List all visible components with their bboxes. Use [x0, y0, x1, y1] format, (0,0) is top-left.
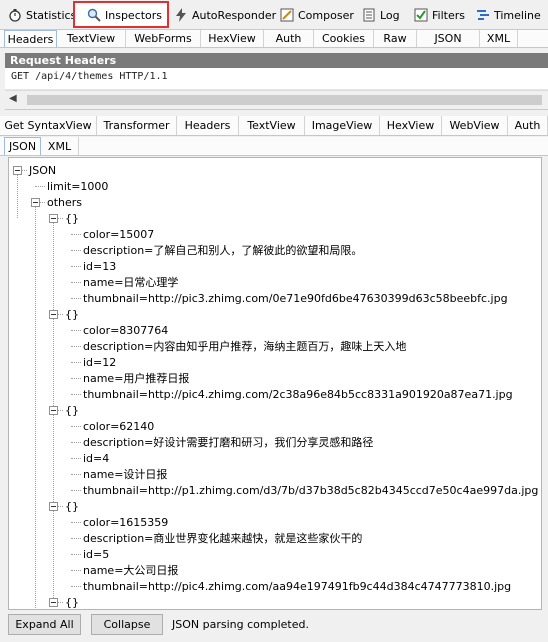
- tab-filters[interactable]: Filters: [414, 4, 465, 26]
- magnifier-icon: [87, 8, 101, 22]
- tab-statistics[interactable]: Statistics: [8, 4, 76, 26]
- tree-node-description[interactable]: description=内容由知乎用户推荐，海纳主题百万，趣味上天入地: [83, 340, 406, 353]
- tab-label: Filters: [432, 8, 465, 22]
- tree-node-name[interactable]: name=设计日报: [83, 468, 167, 481]
- req-tab-xml[interactable]: XML: [480, 30, 518, 47]
- resp-tab-xml[interactable]: XML: [41, 137, 79, 155]
- log-icon: [362, 8, 376, 22]
- tab-label: Log: [380, 8, 400, 22]
- tree-node-description[interactable]: description=了解自己和别人，了解彼此的欲望和局限。: [83, 244, 362, 257]
- collapse-node-icon[interactable]: [49, 502, 58, 511]
- request-headers-title: Request Headers: [5, 53, 548, 68]
- collapse-button[interactable]: Collapse: [91, 614, 163, 635]
- tab-log[interactable]: Log: [362, 4, 400, 26]
- checkbox-icon: [414, 8, 428, 22]
- tree-node-limit[interactable]: limit=1000: [47, 180, 108, 193]
- req-tab-webforms[interactable]: WebForms: [126, 30, 201, 47]
- req-tab-raw[interactable]: Raw: [374, 30, 417, 47]
- request-view-tabs: Headers TextView WebForms HexView Auth C…: [0, 30, 548, 48]
- tree-toolbar: Expand All Collapse JSON parsing complet…: [0, 610, 548, 642]
- tree-node-thumbnail[interactable]: thumbnail=http://pic3.zhimg.com/0e71e90f…: [83, 292, 508, 305]
- req-tab-hexview[interactable]: HexView: [201, 30, 264, 47]
- resp-tab-syntaxview[interactable]: Get SyntaxView: [0, 116, 97, 135]
- tab-autoresponder[interactable]: AutoResponder: [174, 4, 276, 26]
- resp-tab-auth[interactable]: Auth: [508, 116, 548, 135]
- tree-node-id[interactable]: id=4: [83, 452, 109, 465]
- tree-node-others[interactable]: others: [47, 196, 82, 209]
- tree-node-description[interactable]: description=商业世界变化越来越快，就是这些家伙干的: [83, 532, 362, 545]
- stopwatch-icon: [8, 8, 22, 22]
- tree-node-id[interactable]: id=12: [83, 356, 116, 369]
- tree-node-thumbnail[interactable]: thumbnail=http://pic4.zhimg.com/aa94e197…: [83, 580, 511, 593]
- tree-node-name[interactable]: name=用户推荐日报: [83, 372, 189, 385]
- req-tab-auth[interactable]: Auth: [264, 30, 314, 47]
- json-root-node[interactable]: JSON: [29, 164, 56, 177]
- tree-node-color[interactable]: color=15007: [83, 228, 154, 241]
- tab-inspectors[interactable]: Inspectors: [73, 1, 169, 28]
- resp-tab-headers[interactable]: Headers: [177, 116, 239, 135]
- tab-timeline[interactable]: Timeline: [476, 4, 541, 26]
- tree-node-object[interactable]: {}: [65, 308, 79, 321]
- status-text: JSON parsing completed.: [172, 618, 309, 631]
- resp-tab-json[interactable]: JSON: [4, 137, 41, 155]
- tree-node-id[interactable]: id=13: [83, 260, 116, 273]
- tab-label: Inspectors: [105, 8, 163, 22]
- collapse-node-icon[interactable]: [49, 214, 58, 223]
- collapse-node-icon[interactable]: [31, 198, 40, 207]
- tree-node-object[interactable]: {}: [65, 212, 79, 225]
- tab-label: Statistics: [26, 8, 77, 22]
- req-tab-cookies[interactable]: Cookies: [314, 30, 374, 47]
- resp-tab-webview[interactable]: WebView: [442, 116, 508, 135]
- scroll-left-icon[interactable]: ◀: [9, 93, 17, 104]
- tree-node-object[interactable]: {}: [65, 500, 79, 513]
- request-line: GET /api/4/themes HTTP/1.1: [5, 68, 548, 90]
- json-tree-view[interactable]: JSON limit=1000 others {} color=15007 descrip…: [8, 157, 542, 610]
- resp-tab-imageview[interactable]: ImageView: [305, 116, 380, 135]
- collapse-node-icon[interactable]: [49, 310, 58, 319]
- tab-label: Timeline: [494, 8, 541, 22]
- req-tab-json[interactable]: JSON: [417, 30, 480, 47]
- horizontal-scrollbar[interactable]: ◀: [5, 90, 548, 110]
- tab-composer[interactable]: Composer: [280, 4, 354, 26]
- lightning-icon: [174, 8, 188, 22]
- collapse-node-icon[interactable]: [49, 406, 58, 415]
- inspector-tab-bar: Statistics Inspectors AutoResponder Comp…: [0, 0, 548, 30]
- tree-node-color[interactable]: color=1615359: [83, 516, 168, 529]
- collapse-node-icon[interactable]: [49, 598, 58, 607]
- tab-label: Composer: [298, 8, 354, 22]
- tree-node-thumbnail[interactable]: thumbnail=http://p1.zhimg.com/d3/7b/d37b…: [83, 484, 538, 497]
- tree-node-object[interactable]: {}: [65, 404, 79, 417]
- req-tab-headers[interactable]: Headers: [4, 30, 57, 47]
- tab-label: AutoResponder: [192, 8, 277, 22]
- scrollbar-thumb[interactable]: [27, 95, 542, 105]
- pencil-icon: [280, 8, 294, 22]
- collapse-node-icon[interactable]: [13, 166, 22, 175]
- tree-node-color[interactable]: color=8307764: [83, 324, 168, 337]
- json-view-tabs: JSON XML: [0, 137, 548, 156]
- tree-node-description[interactable]: description=好设计需要打磨和研习，我们分享灵感和路径: [83, 436, 373, 449]
- tree-node-thumbnail[interactable]: thumbnail=http://pic4.zhimg.com/2c38a96e…: [83, 388, 513, 401]
- response-view-tabs: Get SyntaxView Transformer Headers TextV…: [0, 116, 548, 136]
- tree-node-name[interactable]: name=大公司日报: [83, 564, 178, 577]
- resp-tab-transformer[interactable]: Transformer: [97, 116, 177, 135]
- timeline-icon: [476, 8, 490, 22]
- resp-tab-textview[interactable]: TextView: [239, 116, 305, 135]
- tree-node-object[interactable]: {}: [65, 596, 79, 609]
- req-tab-textview[interactable]: TextView: [57, 30, 126, 47]
- tree-node-color[interactable]: color=62140: [83, 420, 154, 433]
- tree-node-name[interactable]: name=日常心理学: [83, 276, 178, 289]
- tree-node-id[interactable]: id=5: [83, 548, 109, 561]
- resp-tab-hexview[interactable]: HexView: [380, 116, 442, 135]
- expand-all-button[interactable]: Expand All: [8, 614, 81, 635]
